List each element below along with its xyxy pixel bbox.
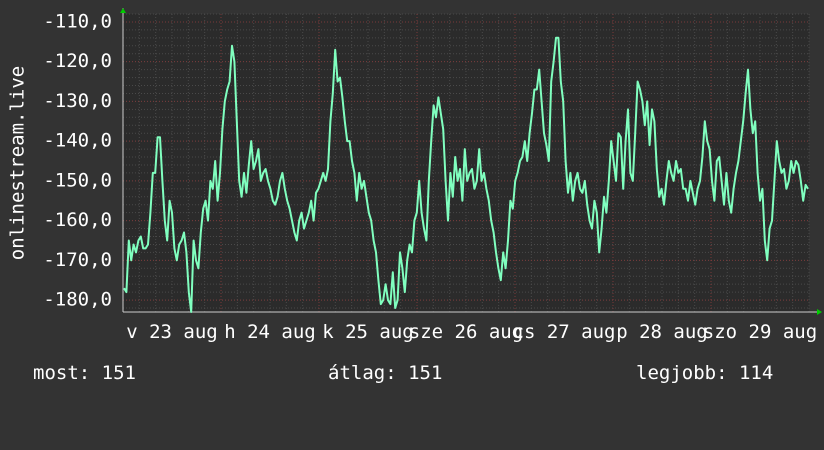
x-tick-label: v 23 aug xyxy=(126,321,218,343)
x-tick-label: sze 26 aug xyxy=(409,321,523,343)
y-tick-label: -180,0 xyxy=(43,289,112,311)
x-tick-label: p 28 aug xyxy=(616,321,708,343)
x-tick-labels: v 23 aug h 24 aug k 25 augsze 26 augcs 27 … xyxy=(126,321,817,343)
x-tick-label: szo 29 aug xyxy=(703,321,817,343)
y-axis-title: onlinestream.live xyxy=(7,66,29,260)
stat-current: most: 151 xyxy=(33,362,136,384)
x-tick-label: k 25 aug xyxy=(322,321,414,343)
y-tick-label: -150,0 xyxy=(43,169,112,191)
y-tick-label: -140,0 xyxy=(43,130,112,152)
y-tick-label: -170,0 xyxy=(43,249,112,271)
rrd-chart: -110,0 -120,0 -130,0 -140,0 -150,0 -160,0 -170… xyxy=(7,8,822,343)
y-tick-label: -160,0 xyxy=(43,209,112,231)
stat-average: átlag: 151 xyxy=(328,362,443,384)
x-tick-label: h 24 aug xyxy=(224,321,316,343)
y-axis-arrow xyxy=(120,8,126,13)
stat-best: legjobb: 114 xyxy=(636,362,774,384)
x-tick-label: cs 27 aug xyxy=(513,321,616,343)
y-tick-label: -110,0 xyxy=(43,10,112,32)
y-tick-label: -120,0 xyxy=(43,50,112,72)
y-tick-labels: -110,0 -120,0 -130,0 -140,0 -150,0 -160,0 -170… xyxy=(43,10,112,310)
x-axis-arrow xyxy=(817,309,822,315)
stats-bar: most: 151 átlag: 151 legjobb: 114 xyxy=(0,362,824,388)
y-tick-label: -130,0 xyxy=(43,90,112,112)
